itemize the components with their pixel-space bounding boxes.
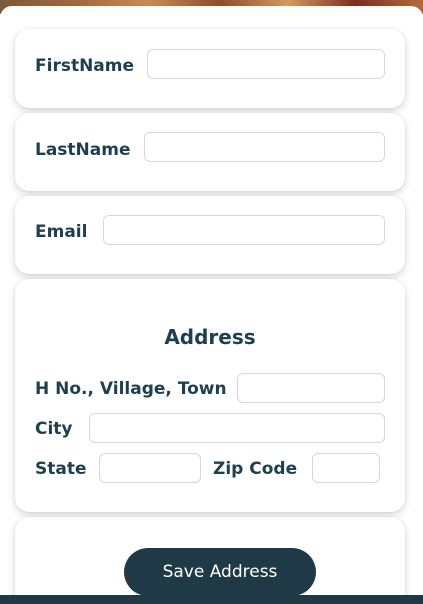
address-card: Address H No., Village, Town City State … (15, 279, 405, 512)
first-name-card: FirstName (15, 29, 405, 108)
address-section-title: Address (164, 325, 256, 349)
save-card: Save Address (15, 517, 405, 604)
email-input[interactable] (103, 215, 385, 245)
house-input[interactable] (237, 373, 385, 403)
bottom-bar (0, 595, 423, 604)
last-name-card: LastName (15, 113, 405, 191)
state-label: State (35, 459, 87, 479)
house-label: H No., Village, Town (35, 379, 227, 399)
city-input[interactable] (89, 413, 385, 443)
last-name-input[interactable] (144, 132, 385, 162)
last-name-label: LastName (35, 140, 131, 160)
zip-code-label: Zip Code (213, 459, 298, 479)
email-card: Email (15, 196, 405, 274)
email-label: Email (35, 222, 88, 242)
save-address-button[interactable]: Save Address (124, 548, 316, 596)
city-label: City (35, 419, 73, 439)
first-name-input[interactable] (147, 49, 385, 79)
zip-code-input[interactable] (312, 453, 380, 483)
first-name-label: FirstName (35, 56, 135, 76)
state-input[interactable] (99, 453, 201, 483)
address-form-sheet: FirstName LastName Email Address H No., … (0, 6, 423, 604)
